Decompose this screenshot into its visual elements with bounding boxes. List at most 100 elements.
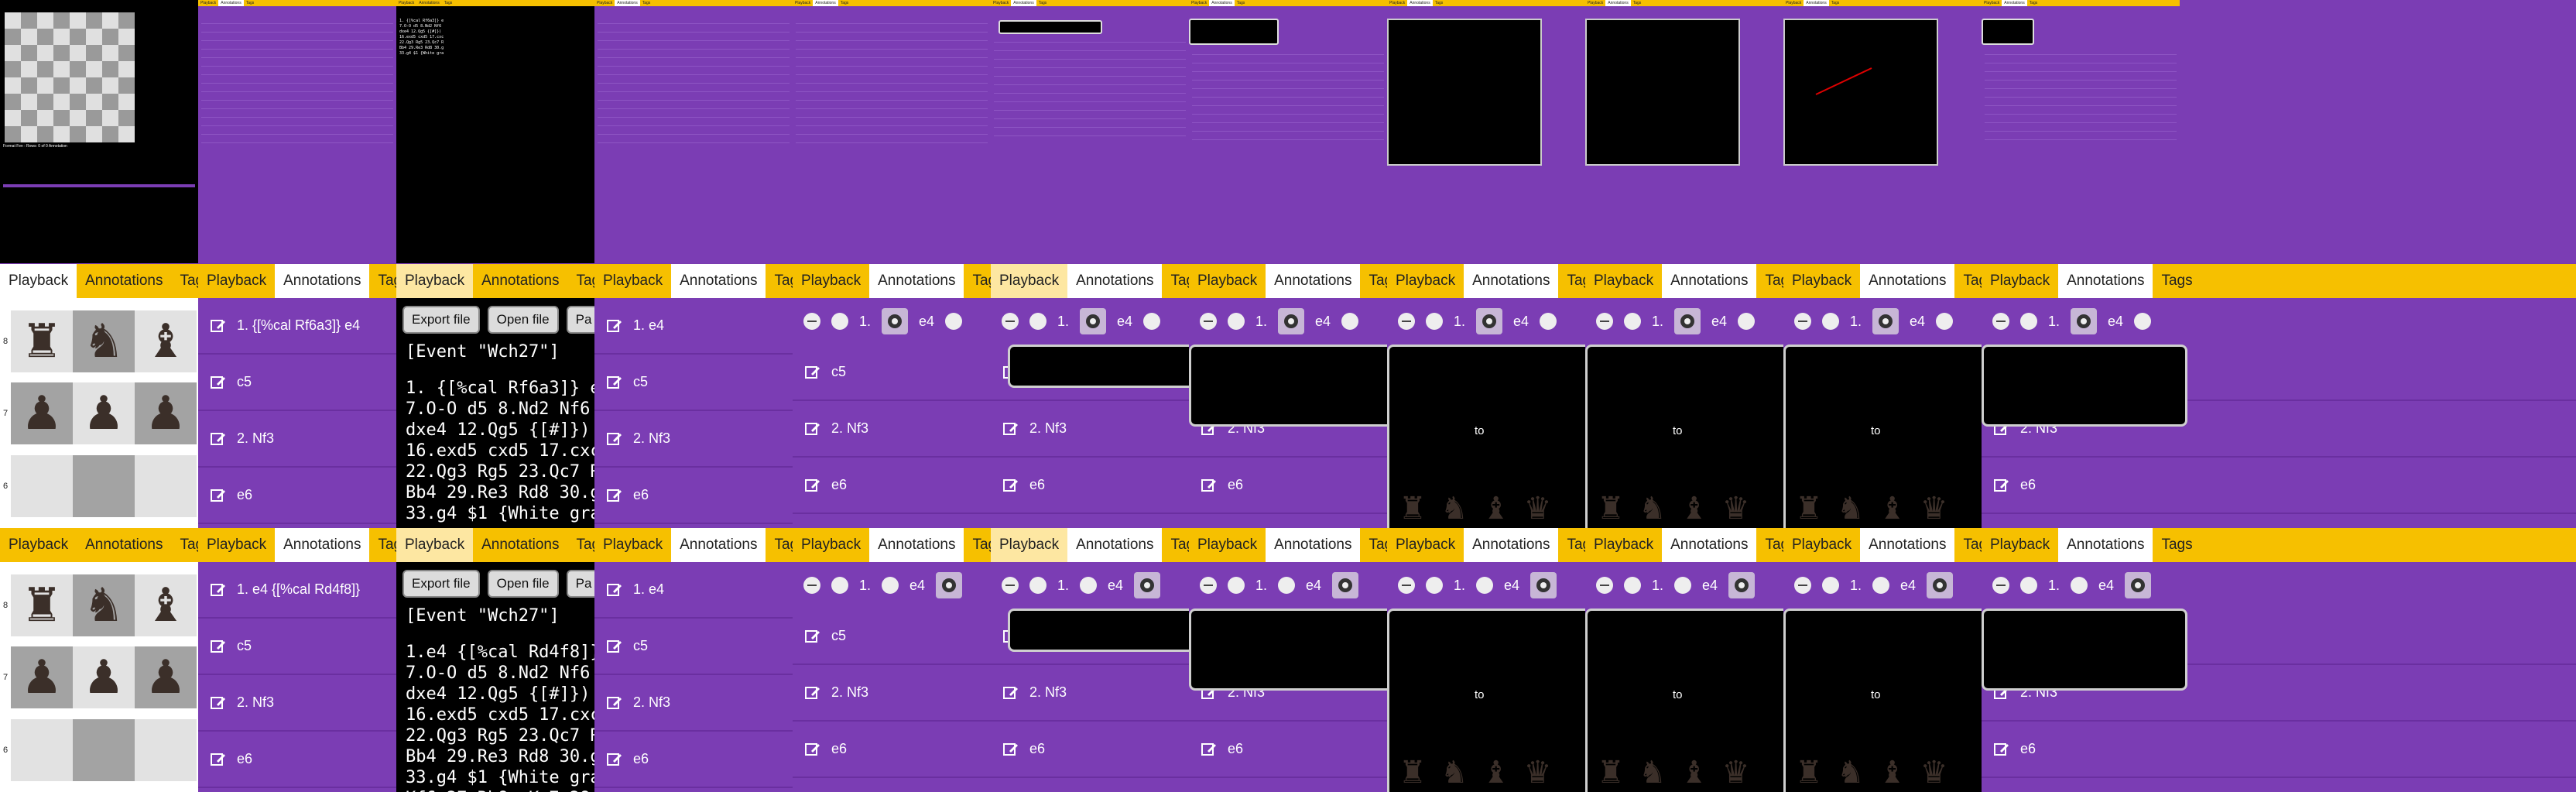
pencil-icon[interactable] [211, 752, 226, 767]
pencil-icon[interactable] [1201, 742, 1217, 757]
tab-playback[interactable]: Playback [1783, 264, 1860, 298]
tab-tags[interactable]: Tags [2153, 264, 2201, 298]
pencil-icon[interactable] [805, 365, 820, 380]
tab-playback[interactable]: Playback [1387, 264, 1464, 298]
tab-playback[interactable]: Playback [991, 264, 1068, 298]
list-item[interactable]: e6 [1189, 722, 1387, 778]
modal-dialog[interactable]: to ♜♞♝♛ [1783, 345, 1982, 528]
modal-dialog[interactable] [1189, 609, 1387, 691]
list-item[interactable]: c5 [793, 609, 991, 665]
minus-icon[interactable] [1398, 577, 1415, 594]
minus-icon[interactable] [803, 577, 820, 594]
tab-annotations[interactable]: Annotations [473, 264, 567, 298]
circle-icon[interactable] [1341, 313, 1359, 330]
pencil-icon[interactable] [1994, 742, 2009, 757]
pencil-icon[interactable] [607, 431, 622, 447]
pencil-icon[interactable] [211, 582, 226, 598]
circle-icon[interactable] [2020, 313, 2037, 330]
circle-icon[interactable] [1029, 313, 1046, 330]
pencil-icon[interactable] [1003, 478, 1019, 493]
circle-icon[interactable] [1143, 313, 1161, 330]
tab-annotations[interactable]: Annotations [1464, 264, 1559, 298]
tab-tags[interactable]: Tags [567, 528, 594, 562]
minus-icon[interactable] [1002, 577, 1019, 594]
list-item[interactable]: e6 [1982, 722, 2576, 778]
tab-playback[interactable]: Playback [1585, 528, 1662, 562]
tab-annotations[interactable]: Annotations [1860, 528, 1955, 562]
board-square[interactable]: ♞ [73, 574, 135, 636]
tab-tags[interactable]: Tags [964, 528, 991, 562]
tab-tags[interactable]: Tags [964, 264, 991, 298]
tab-annotations[interactable]: Annotations [1662, 264, 1757, 298]
play-icon[interactable] [1927, 572, 1954, 598]
list-item[interactable]: e6 [594, 732, 793, 788]
board-square[interactable]: ♟ [135, 382, 197, 445]
play-icon[interactable] [1080, 308, 1107, 334]
circle-icon[interactable] [1029, 577, 1046, 594]
tab-annotations[interactable]: Annotations [1662, 528, 1757, 562]
modal-dialog[interactable] [1982, 345, 2187, 427]
circle-icon[interactable] [1624, 577, 1641, 594]
tab-annotations[interactable]: Annotations [1067, 528, 1163, 562]
pencil-icon[interactable] [211, 488, 226, 503]
pencil-icon[interactable] [805, 421, 820, 437]
play-icon[interactable] [1728, 572, 1756, 598]
minus-icon[interactable] [1200, 313, 1217, 330]
pencil-icon[interactable] [607, 375, 622, 390]
tab-annotations[interactable]: Annotations [275, 528, 370, 562]
circle-icon[interactable] [2071, 577, 2088, 594]
modal-dialog[interactable]: to ♜♞♝♛ [1783, 609, 1982, 792]
tab-tags[interactable]: Tags [2153, 528, 2201, 562]
board-square[interactable]: ♟ [73, 382, 135, 445]
thumb-scrollbar[interactable] [3, 184, 195, 187]
modal-dialog[interactable] [1982, 609, 2187, 691]
list-item[interactable]: 2. Nf3 [991, 665, 1189, 722]
pgn-text[interactable]: 1.e4 {[%cal Rd4f8]} 7.O-O d5 8.Nd2 Nf6 d… [396, 642, 594, 792]
tab-annotations[interactable]: Annotations [1860, 264, 1955, 298]
pencil-icon[interactable] [211, 318, 226, 334]
tab-playback[interactable]: Playback [793, 528, 869, 562]
minus-icon[interactable] [1596, 577, 1613, 594]
circle-icon[interactable] [1476, 577, 1494, 594]
export-file-button[interactable]: Export file [402, 570, 480, 598]
list-item[interactable]: 1. e4 [594, 298, 793, 355]
circle-icon[interactable] [1426, 313, 1443, 330]
minus-icon[interactable] [1794, 577, 1811, 594]
tab-annotations[interactable]: Annotations [77, 528, 171, 562]
tab-annotations[interactable]: Annotations [2058, 264, 2153, 298]
circle-icon[interactable] [1278, 577, 1296, 594]
tab-annotations[interactable]: Annotations [1464, 528, 1559, 562]
pencil-icon[interactable] [1003, 685, 1019, 701]
play-icon[interactable] [1530, 572, 1557, 598]
list-item[interactable]: c5 [198, 619, 396, 675]
circle-icon[interactable] [2020, 577, 2037, 594]
play-icon[interactable] [1872, 308, 1899, 334]
pencil-icon[interactable] [607, 582, 622, 598]
tab-annotations[interactable]: Annotations [671, 528, 766, 562]
tab-tags[interactable]: Tags [369, 264, 396, 298]
list-item[interactable]: e6 [991, 722, 1189, 778]
tab-tags[interactable]: Tags [1558, 264, 1585, 298]
modal-dialog[interactable]: to ♜♞♝♛ [1585, 345, 1783, 528]
chessboard[interactable]: 8 ♜ ♞ ♝ 7 ♟ ♟ ♟ 6 [3, 310, 197, 527]
circle-icon[interactable] [1426, 577, 1443, 594]
board-square[interactable]: 7 ♟ [3, 646, 73, 709]
pencil-icon[interactable] [1003, 421, 1019, 437]
play-icon[interactable] [1134, 572, 1161, 598]
list-item[interactable]: c5 [594, 355, 793, 411]
tab-playback[interactable]: Playback [198, 528, 275, 562]
tab-playback[interactable]: Playback [198, 264, 275, 298]
list-item[interactable]: e6 [1982, 458, 2576, 514]
play-icon[interactable] [1674, 308, 1701, 334]
tab-playback[interactable]: Playback [1783, 528, 1860, 562]
circle-icon[interactable] [1936, 313, 1954, 330]
list-item[interactable]: c5 [793, 345, 991, 401]
pencil-icon[interactable] [805, 629, 820, 644]
circle-icon[interactable] [2134, 313, 2152, 330]
minus-icon[interactable] [1002, 313, 1019, 330]
modal-dialog[interactable] [1008, 609, 1189, 652]
pencil-icon[interactable] [607, 752, 622, 767]
tab-playback[interactable]: Playback [1982, 264, 2058, 298]
play-icon[interactable] [882, 308, 909, 334]
minus-icon[interactable] [1200, 577, 1217, 594]
